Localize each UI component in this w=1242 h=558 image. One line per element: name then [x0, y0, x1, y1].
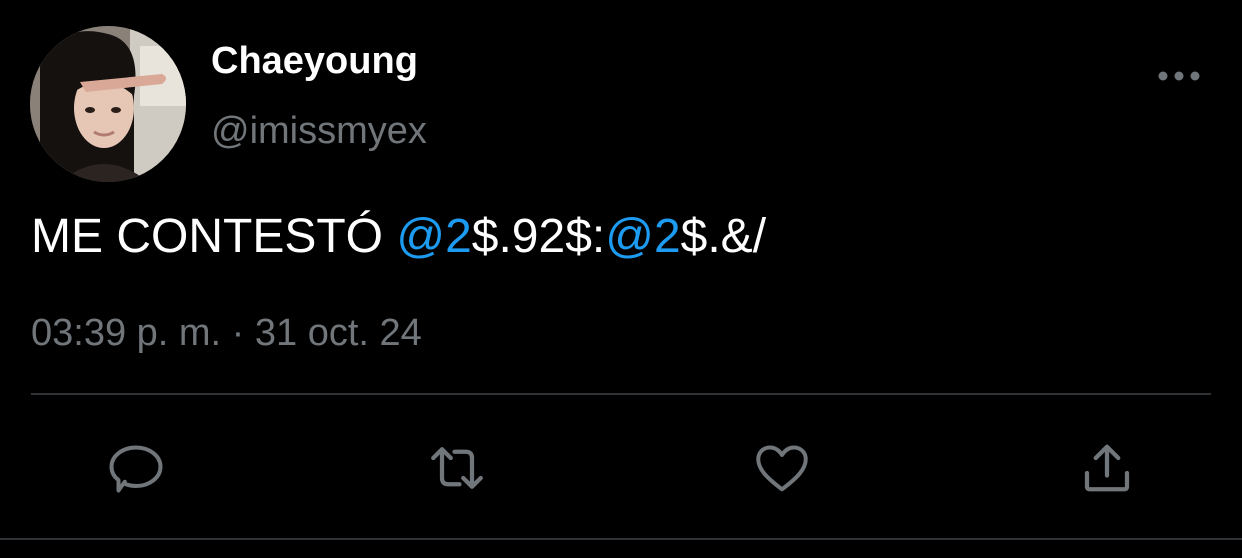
mention-link[interactable]: @2	[605, 210, 680, 263]
tweet-text-segment: $.&/	[680, 210, 767, 263]
divider	[0, 538, 1242, 540]
divider	[31, 393, 1211, 395]
share-button[interactable]	[1075, 436, 1139, 500]
more-horizontal-icon	[1158, 71, 1200, 81]
user-handle[interactable]: @imissmyex	[211, 108, 427, 154]
tweet-text-segment: ME CONTESTÓ	[31, 210, 397, 263]
more-options-button[interactable]	[1152, 56, 1206, 96]
retweet-icon	[431, 447, 483, 489]
share-icon	[1084, 444, 1130, 492]
avatar[interactable]	[30, 26, 186, 182]
tweet-timestamp[interactable]: 03:39 p. m. · 31 oct. 24	[31, 310, 422, 356]
heart-icon	[756, 445, 808, 492]
mention-link[interactable]: @2	[396, 210, 471, 263]
like-button[interactable]	[750, 436, 814, 500]
reply-button[interactable]	[104, 436, 168, 500]
retweet-button[interactable]	[425, 436, 489, 500]
tweet-text: ME CONTESTÓ @2$.92$:@2$.&/	[31, 208, 766, 266]
reply-icon	[109, 445, 163, 493]
tweet-text-segment: $.92$:	[471, 210, 606, 263]
display-name[interactable]: Chaeyoung	[211, 38, 418, 84]
avatar-photo	[30, 26, 186, 182]
